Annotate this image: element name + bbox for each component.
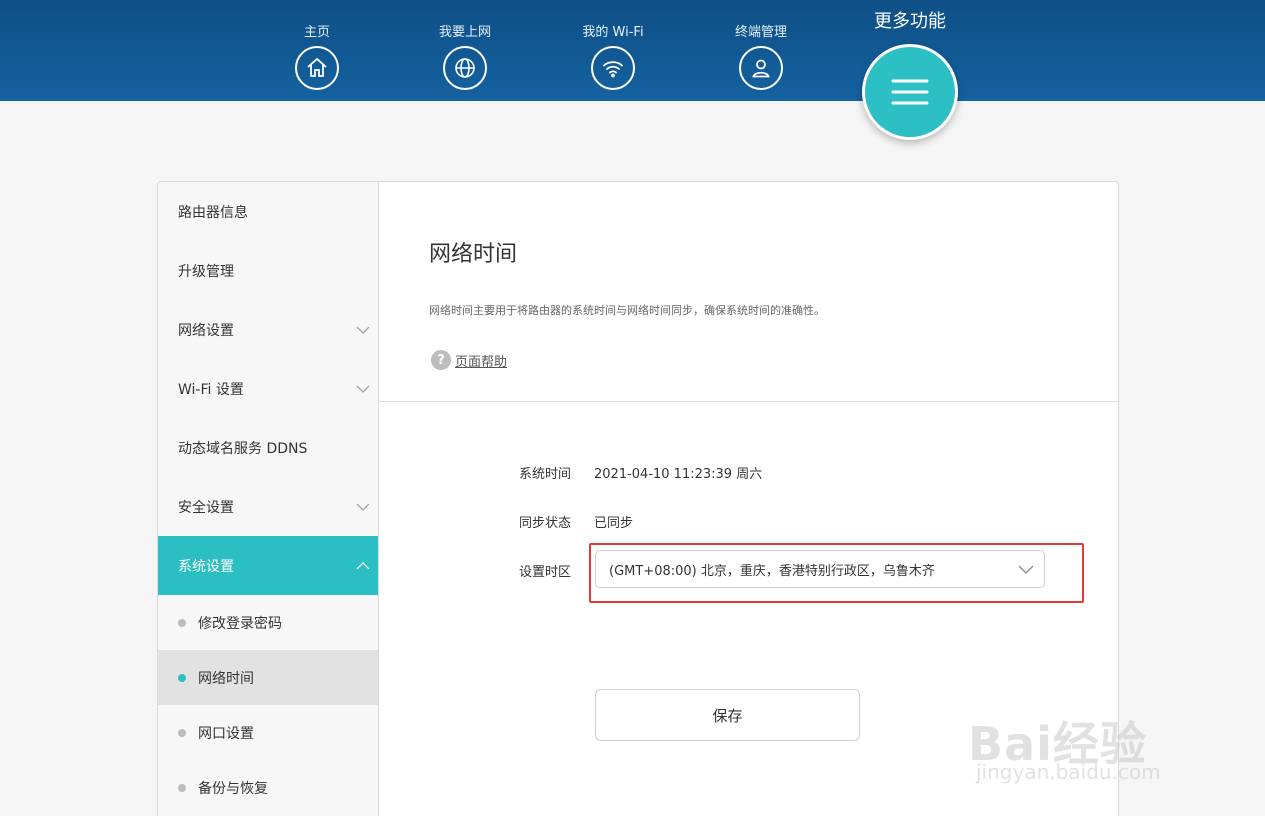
system-time-label: 系统时间 xyxy=(519,467,572,482)
sidebar-subitem-label: 网络时间 xyxy=(198,670,254,687)
nav-more-label: 更多功能 xyxy=(874,11,946,32)
nav-home[interactable]: 主页 xyxy=(262,24,372,90)
nav-devices-label: 终端管理 xyxy=(734,25,787,40)
home-icon xyxy=(295,46,339,90)
sidebar-subitem-network-time[interactable]: 网络时间 xyxy=(158,650,378,705)
baidu-watermark: Bai经验 jingyan.baidu.com xyxy=(968,678,1208,788)
sidebar-item-label: 升级管理 xyxy=(178,263,234,280)
nav-wifi-label: 我的 Wi-Fi xyxy=(582,25,644,40)
sidebar-item-ddns[interactable]: 动态域名服务 DDNS xyxy=(158,418,378,477)
system-time-value: 2021-04-10 11:23:39 周六 xyxy=(594,467,763,482)
sidebar-subitem-label: 网口设置 xyxy=(198,725,254,742)
sidebar-item-security[interactable]: 安全设置 xyxy=(158,477,378,536)
sidebar-item-label: 系统设置 xyxy=(178,558,234,575)
sync-status-value: 已同步 xyxy=(594,516,634,531)
watermark-url: jingyan.baidu.com xyxy=(976,760,1161,784)
bullet-dot-icon xyxy=(178,728,186,737)
sidebar-item-upgrade[interactable]: 升级管理 xyxy=(158,241,378,300)
sidebar-item-label: 网络设置 xyxy=(178,322,234,339)
chevron-down-icon xyxy=(356,385,370,393)
help-text: 页面帮助 xyxy=(455,354,508,370)
sync-status-label: 同步状态 xyxy=(519,516,572,531)
sidebar-subitem-label: 修改登录密码 xyxy=(198,615,282,632)
question-icon: ? xyxy=(431,350,451,370)
chevron-down-icon xyxy=(356,326,370,334)
sidebar-item-system[interactable]: 系统设置 xyxy=(158,536,378,595)
nav-more-features[interactable]: 更多功能 xyxy=(860,10,960,140)
nav-internet-label: 我要上网 xyxy=(438,25,491,40)
highlight-box xyxy=(589,543,1084,603)
save-button[interactable]: 保存 xyxy=(595,689,860,741)
sidebar-item-label: 路由器信息 xyxy=(178,204,248,221)
sidebar-item-wifi[interactable]: Wi-Fi 设置 xyxy=(158,359,378,418)
sidebar-subitem-password[interactable]: 修改登录密码 xyxy=(158,595,378,650)
top-navigation: 主页 我要上网 我的 Wi-Fi 终端管理 更多功能 xyxy=(0,0,1265,140)
bullet-dot-icon xyxy=(178,783,186,792)
nav-devices[interactable]: 终端管理 xyxy=(706,24,816,90)
menu-icon xyxy=(862,44,958,140)
nav-internet[interactable]: 我要上网 xyxy=(410,24,520,90)
user-icon xyxy=(739,46,783,90)
timezone-label: 设置时区 xyxy=(519,565,572,580)
sidebar-item-network[interactable]: 网络设置 xyxy=(158,300,378,359)
sidebar-subitem-backup[interactable]: 备份与恢复 xyxy=(158,760,378,815)
sidebar-subitem-port[interactable]: 网口设置 xyxy=(158,705,378,760)
page-help-link[interactable]: ? 页面帮助 xyxy=(431,350,507,370)
wifi-icon xyxy=(591,46,635,90)
bullet-dot-icon xyxy=(178,618,186,627)
sidebar-item-router-info[interactable]: 路由器信息 xyxy=(158,182,378,241)
sidebar: 路由器信息 升级管理 网络设置 Wi-Fi 设置 动态域名服务 DDNS 安全设… xyxy=(158,182,379,816)
page-title: 网络时间 xyxy=(429,242,518,267)
sidebar-subitem-label: 备份与恢复 xyxy=(198,780,268,797)
chevron-down-icon xyxy=(356,503,370,511)
chevron-up-icon xyxy=(356,561,370,569)
nav-home-label: 主页 xyxy=(303,25,330,40)
globe-icon xyxy=(443,46,487,90)
sidebar-item-label: 动态域名服务 DDNS xyxy=(178,440,308,457)
sidebar-item-label: 安全设置 xyxy=(178,499,234,516)
sidebar-item-label: Wi-Fi 设置 xyxy=(178,381,244,398)
page-description: 网络时间主要用于将路由器的系统时间与网络时间同步，确保系统时间的准确性。 xyxy=(429,304,825,317)
bullet-dot-icon xyxy=(178,673,186,682)
divider xyxy=(379,401,1118,402)
nav-wifi[interactable]: 我的 Wi-Fi xyxy=(558,24,668,90)
